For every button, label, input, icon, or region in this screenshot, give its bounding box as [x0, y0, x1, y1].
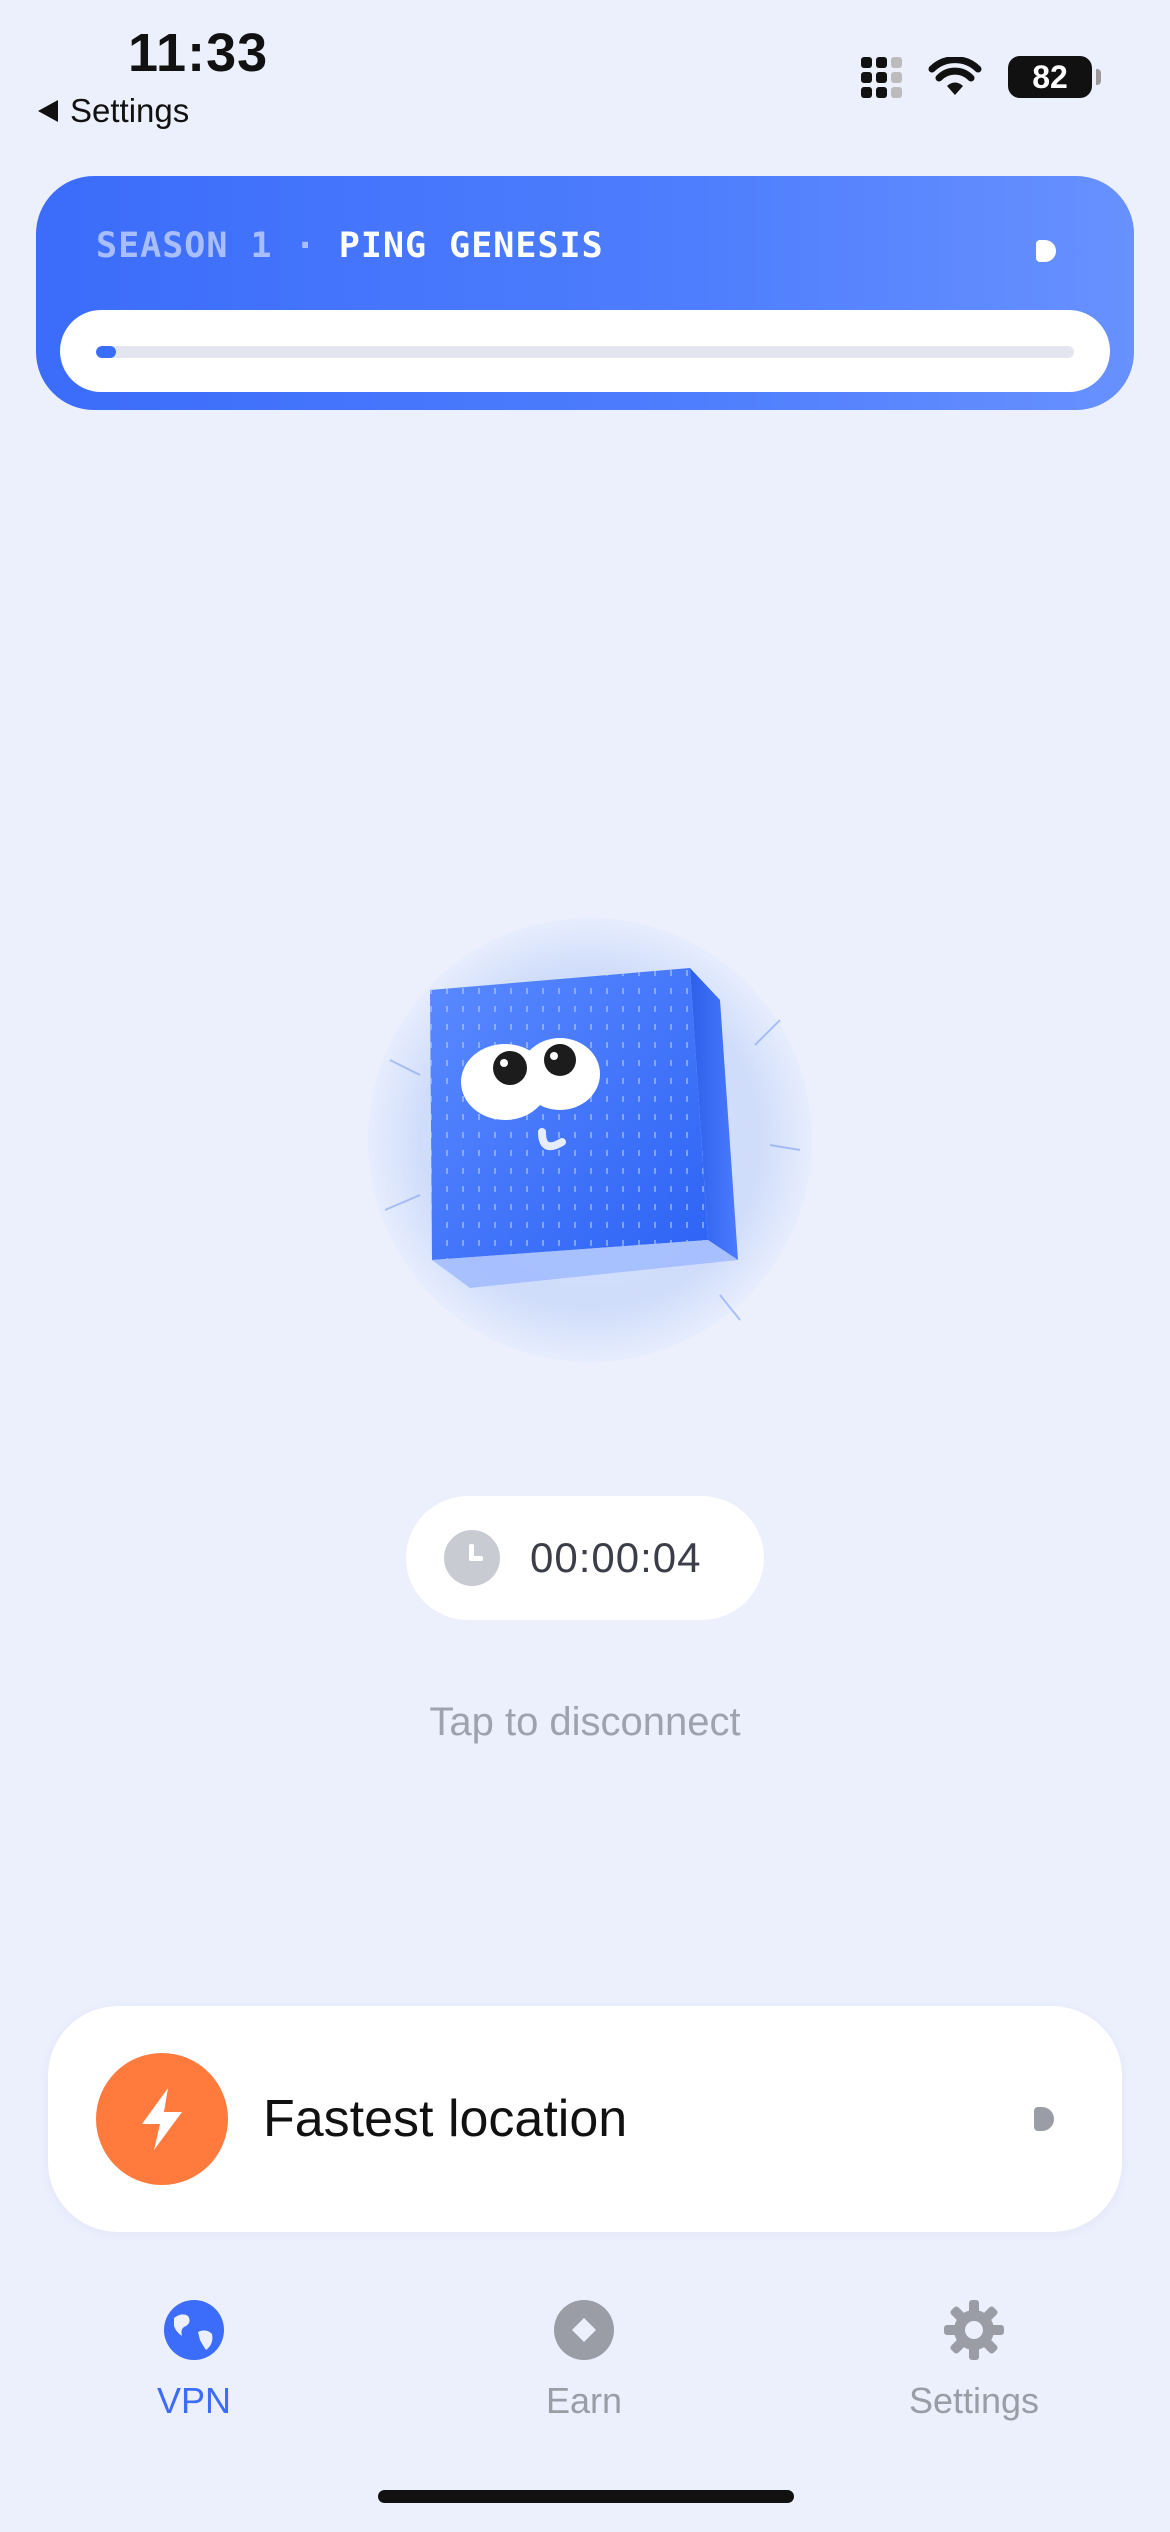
gear-icon [944, 2300, 1004, 2360]
location-label: Fastest location [263, 2090, 628, 2148]
season-number: SEASON 1 [96, 226, 273, 266]
clock-icon [444, 1530, 500, 1586]
chevron-right-icon [1034, 2107, 1054, 2131]
season-name: PING GENESIS [338, 226, 604, 266]
season-title: SEASON 1 · PING GENESIS [96, 226, 604, 266]
season-separator: · [272, 226, 339, 266]
season-progress-fill [96, 346, 116, 358]
season-banner[interactable]: SEASON 1 · PING GENESIS [36, 176, 1134, 410]
wifi-icon [928, 57, 982, 95]
status-time: 11:33 [128, 23, 269, 83]
diamond-icon [554, 2300, 614, 2360]
globe-icon [164, 2300, 224, 2360]
back-arrow-icon [38, 100, 58, 122]
chevron-right-icon [1036, 240, 1056, 262]
status-indicators: 82 [861, 56, 1101, 98]
season-progress [60, 310, 1110, 392]
connect-mascot-button[interactable] [360, 910, 820, 1370]
tab-vpn[interactable]: VPN [64, 2298, 324, 2422]
tab-earn-label: Earn [545, 2380, 623, 2421]
season-progress-track [96, 346, 1074, 358]
vpn-screen: 11:33 Settings 82 SEASON 1 · PING GENESI… [0, 0, 1170, 2532]
tab-settings[interactable]: Settings [844, 2298, 1104, 2422]
tab-settings-label: Settings [908, 2380, 1040, 2421]
location-selector[interactable]: Fastest location [48, 2006, 1122, 2232]
home-indicator[interactable] [378, 2490, 794, 2503]
tab-earn[interactable]: Earn [454, 2298, 714, 2422]
battery-indicator: 82 [1008, 56, 1101, 98]
elapsed-time: 00:00:04 [530, 1534, 702, 1581]
connection-timer: 00:00:04 [406, 1496, 764, 1620]
tab-vpn-label: VPN [156, 2380, 232, 2421]
back-to-settings-link[interactable]: Settings [38, 92, 189, 130]
cellular-signal-icon [861, 56, 902, 98]
lightning-bolt-icon [96, 2053, 228, 2185]
disconnect-hint: Tap to disconnect [429, 1700, 741, 1744]
cube-mascot-icon [368, 918, 812, 1362]
back-link-label: Settings [70, 92, 190, 129]
